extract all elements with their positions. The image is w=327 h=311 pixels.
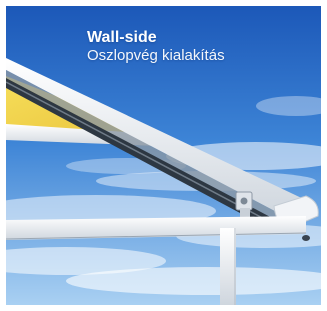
product-photo-frame: Wall-side Oszlopvég kialakítás [6,6,321,305]
support-post [220,228,236,305]
caption-title: Wall-side [87,29,157,46]
beam-foot [302,235,310,241]
caption: Wall-side Oszlopvég kialakítás [87,28,225,65]
caption-subtitle: Oszlopvég kialakítás [87,47,225,64]
